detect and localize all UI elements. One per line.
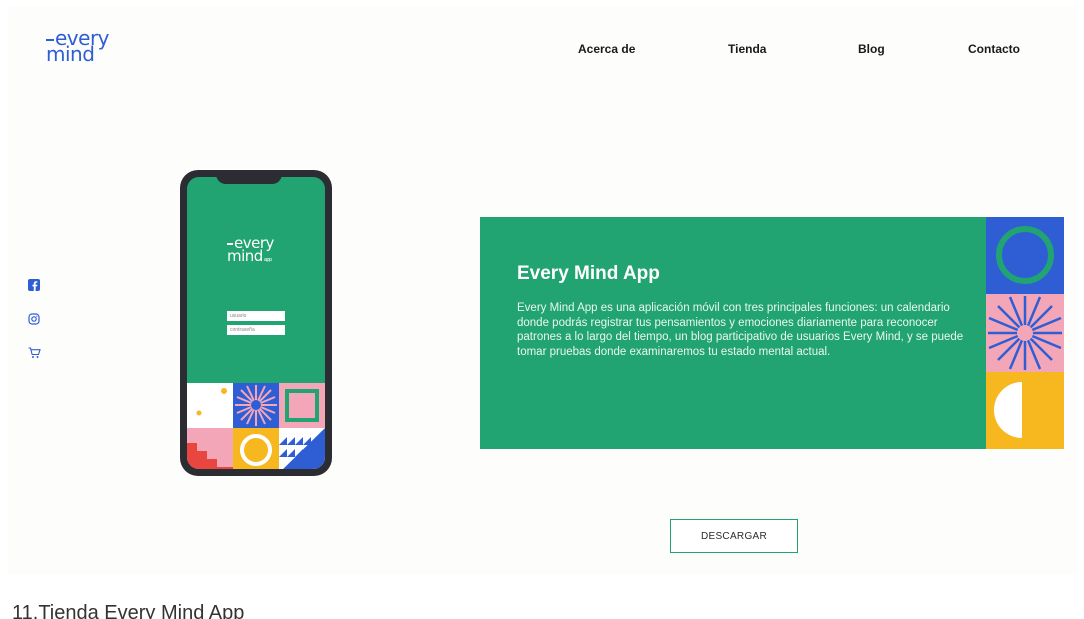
logo-dash	[46, 38, 54, 41]
nav-item-tienda[interactable]: Tienda	[728, 42, 766, 56]
social-sidebar	[28, 278, 41, 358]
nav-item-contacto[interactable]: Contacto	[968, 42, 1020, 56]
nav-item-acerca-de[interactable]: Acerca de	[578, 42, 635, 56]
facebook-icon[interactable]	[28, 278, 40, 291]
phone-pattern-graphic	[187, 383, 325, 469]
nav-item-blog[interactable]: Blog	[858, 42, 885, 56]
phone-mockup: every mindapp usuario contraseña	[180, 170, 332, 476]
cart-icon[interactable]	[28, 346, 41, 358]
figure-caption: 11.Tienda Every Mind App	[12, 602, 245, 619]
instagram-icon[interactable]	[28, 312, 40, 325]
app-info-card: Every Mind App Every Mind App es una apl…	[480, 217, 1064, 449]
decorative-tiles	[986, 217, 1064, 449]
app-logo: every mindapp	[227, 234, 274, 265]
username-field[interactable]: usuario	[227, 311, 285, 321]
download-button[interactable]: DESCARGAR	[670, 519, 798, 553]
phone-notch	[216, 170, 282, 184]
password-field[interactable]: contraseña	[227, 325, 285, 335]
every-mind-logo[interactable]: every mind	[46, 28, 110, 64]
phone-screen: every mindapp usuario contraseña	[187, 177, 325, 469]
landing-page: every mind Acerca de Tienda Blog Contact…	[8, 6, 1076, 574]
card-title: Every Mind App	[517, 263, 660, 284]
card-description: Every Mind App es una aplicación móvil c…	[517, 302, 964, 358]
